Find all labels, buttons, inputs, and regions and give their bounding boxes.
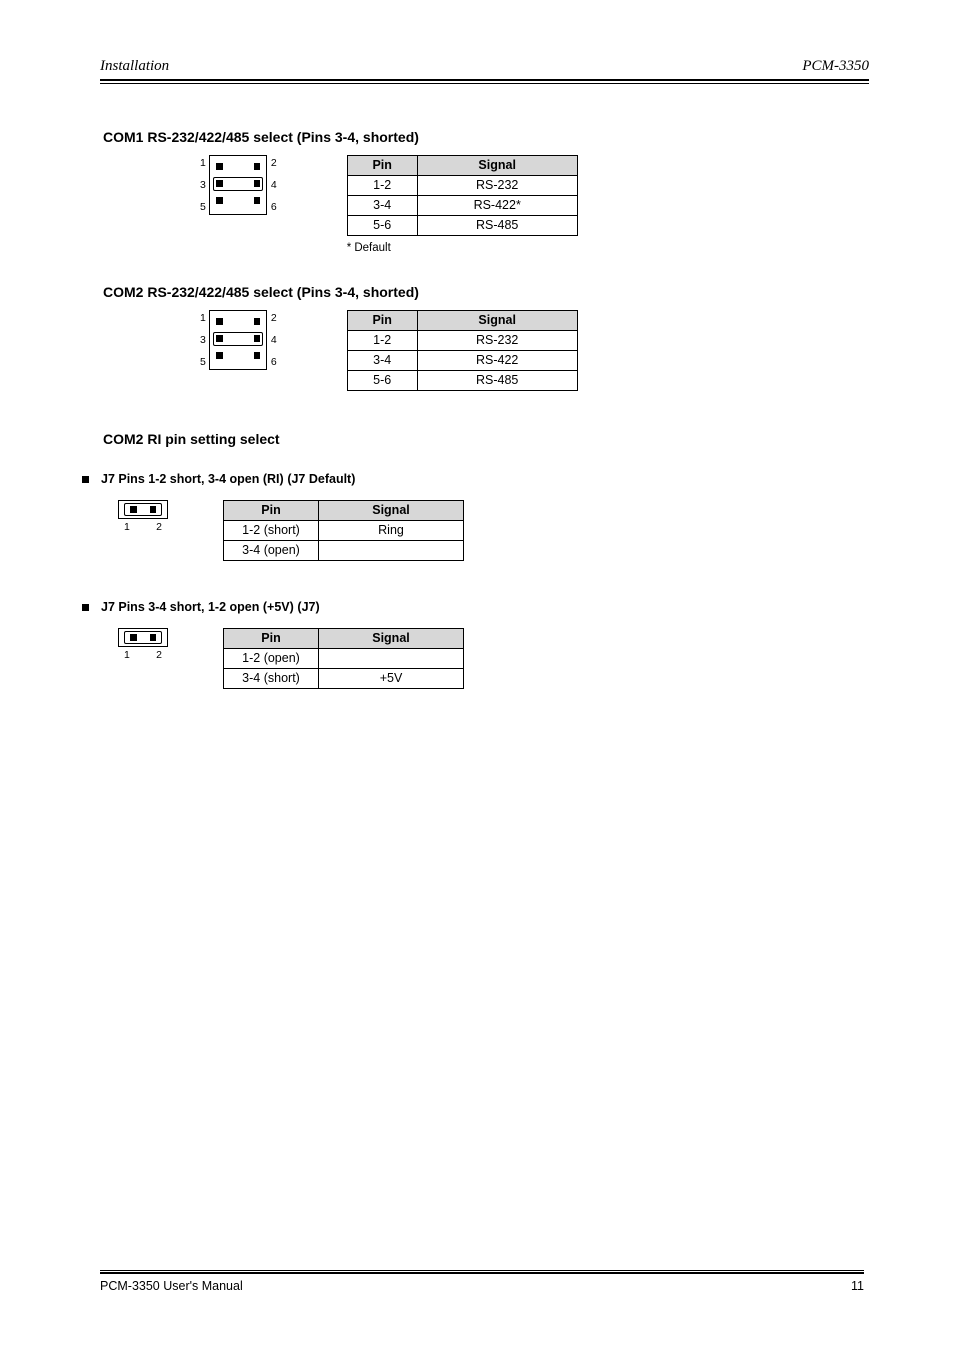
th-pin: Pin <box>224 500 319 520</box>
th-signal: Signal <box>319 500 464 520</box>
pin-label: 1 <box>124 649 130 661</box>
th-signal: Signal <box>319 628 464 648</box>
th-pin: Pin <box>347 155 417 175</box>
section-title: COM1 RS-232/422/485 select (Pins 3-4, sh… <box>103 129 869 145</box>
table-row: 5-6RS-485 <box>347 215 577 235</box>
bullet-icon <box>82 604 89 611</box>
pin <box>216 318 223 325</box>
pin-label: 4 <box>271 334 277 346</box>
table-row: 1-2 (open) <box>224 648 464 668</box>
table-row: 1-2RS-232 <box>347 175 577 195</box>
subsection-alias: (J7) <box>297 600 319 614</box>
page-number: 11 <box>851 1279 864 1293</box>
subsection-j7b: J7 Pins 3-4 short, 1-2 open (+5V) (J7) 1… <box>100 599 869 689</box>
table-row: 1-2RS-232 <box>347 330 577 350</box>
page-footer: PCM-3350 User's Manual 11 <box>100 1270 864 1294</box>
footer-left: PCM-3350 User's Manual <box>100 1279 243 1293</box>
footnote: * Default <box>347 242 578 254</box>
pin <box>150 506 157 513</box>
subsection-alias: (J7 Default) <box>287 472 355 486</box>
header-rule-thin <box>100 83 869 84</box>
table-row: 5-6RS-485 <box>347 370 577 390</box>
pin-label: 2 <box>271 312 277 324</box>
table-com2: PinSignal 1-2RS-232 3-4RS-422 5-6RS-485 <box>347 310 578 391</box>
pin-label: 2 <box>156 521 162 533</box>
pin <box>216 163 223 170</box>
section-irq12: COM2 RI pin setting select J7 Pins 1-2 s… <box>100 431 869 689</box>
section-com1: COM1 RS-232/422/485 select (Pins 3-4, sh… <box>100 129 869 254</box>
pin <box>254 318 261 325</box>
pin-label: 2 <box>271 157 277 169</box>
pin-label: 5 <box>200 356 206 368</box>
pin-label: 1 <box>200 157 206 169</box>
pin <box>150 634 157 641</box>
table-row: 3-4RS-422* <box>347 195 577 215</box>
header-right: PCM-3350 <box>802 58 869 75</box>
pin <box>216 197 223 204</box>
pin <box>254 352 261 359</box>
section-title: COM2 RI pin setting select <box>103 431 869 447</box>
bullet-icon <box>82 476 89 483</box>
pin <box>254 163 261 170</box>
section-com2: COM2 RS-232/422/485 select (Pins 3-4, sh… <box>100 284 869 391</box>
pin-label: 3 <box>200 334 206 346</box>
pin-label: 6 <box>271 201 277 213</box>
table-j7a: PinSignal 1-2 (short)Ring 3-4 (open) <box>223 500 464 561</box>
table-row: 1-2 (short)Ring <box>224 520 464 540</box>
th-signal: Signal <box>417 155 577 175</box>
pin <box>130 506 137 513</box>
table-j7b: PinSignal 1-2 (open) 3-4 (short)+5V <box>223 628 464 689</box>
pin-label: 3 <box>200 179 206 191</box>
table-row: 3-4RS-422 <box>347 350 577 370</box>
header-rule <box>100 79 869 81</box>
pin-label: 2 <box>156 649 162 661</box>
pin <box>130 634 137 641</box>
pin <box>216 352 223 359</box>
subsection-title: J7 Pins 3-4 short, 1-2 open (+5V) <box>101 600 294 614</box>
shunt <box>213 177 263 191</box>
jumper-diagram-j7b: 12 <box>118 628 168 662</box>
pin-label: 4 <box>271 179 277 191</box>
jumper-diagram-com1: 1 3 5 2 4 6 <box>200 155 277 215</box>
pin-label: 5 <box>200 201 206 213</box>
table-row: 3-4 (open) <box>224 540 464 560</box>
table-row: 3-4 (short)+5V <box>224 668 464 688</box>
subsection-j7a: J7 Pins 1-2 short, 3-4 open (RI) (J7 Def… <box>100 471 869 561</box>
jumper-diagram-com2: 1 3 5 2 4 6 <box>200 310 277 370</box>
section-title: COM2 RS-232/422/485 select (Pins 3-4, sh… <box>103 284 869 300</box>
th-signal: Signal <box>417 310 577 330</box>
shunt <box>213 332 263 346</box>
pin-label: 1 <box>200 312 206 324</box>
header-left: Installation <box>100 58 169 75</box>
subsection-title: J7 Pins 1-2 short, 3-4 open (RI) <box>101 472 284 486</box>
pin-label: 6 <box>271 356 277 368</box>
th-pin: Pin <box>347 310 417 330</box>
jumper-diagram-j7a: 12 <box>118 500 168 534</box>
th-pin: Pin <box>224 628 319 648</box>
pin-label: 1 <box>124 521 130 533</box>
pin <box>254 197 261 204</box>
table-com1: PinSignal 1-2RS-232 3-4RS-422* 5-6RS-485 <box>347 155 578 236</box>
